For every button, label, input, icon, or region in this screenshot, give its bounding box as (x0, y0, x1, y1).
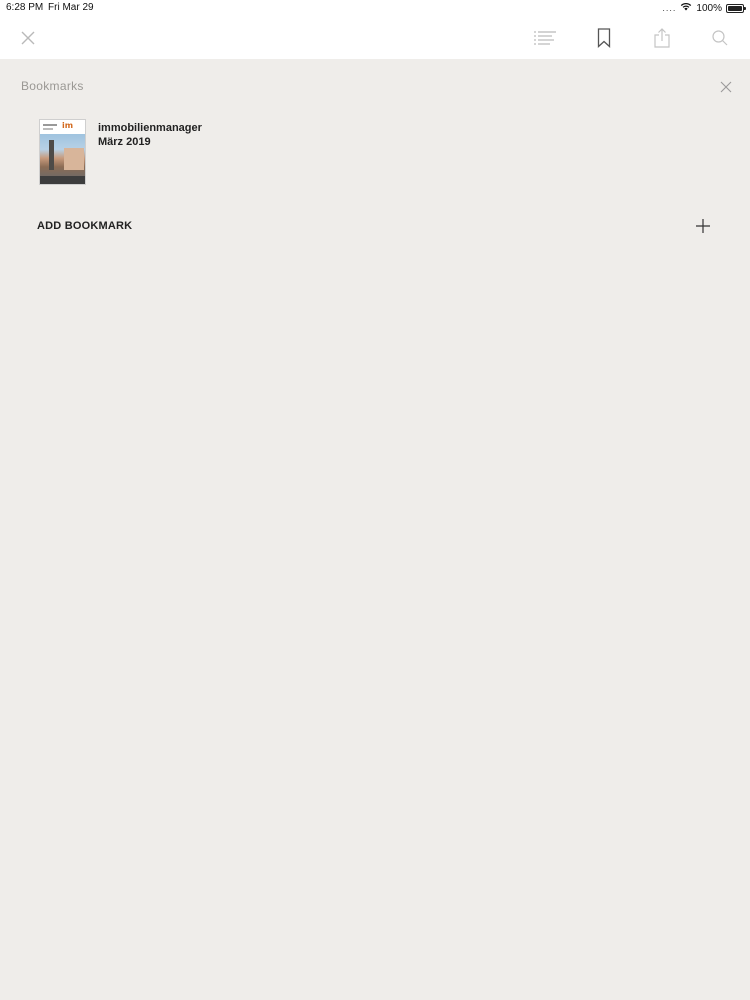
close-icon (21, 31, 35, 45)
battery-icon (726, 3, 746, 13)
table-of-contents-icon (534, 31, 556, 45)
status-right: .... 100% (662, 2, 746, 14)
bookmarks-panel: Bookmarks im immobilienmanager März 2019… (0, 59, 750, 1000)
add-bookmark-row[interactable]: ADD BOOKMARK (37, 216, 717, 238)
add-bookmark-button[interactable] (693, 216, 713, 236)
bookmark-icon (597, 28, 611, 48)
table-of-contents-button[interactable] (531, 24, 559, 52)
panel-title: Bookmarks (21, 79, 84, 93)
add-bookmark-label: ADD BOOKMARK (37, 220, 133, 232)
search-button[interactable] (706, 24, 734, 52)
status-bar: 6:28 PM Fri Mar 29 .... 100% (0, 0, 750, 16)
signal-icon: .... (662, 3, 677, 13)
bookmark-publication: immobilienmanager (98, 122, 202, 134)
search-icon (712, 30, 728, 46)
wifi-icon (680, 2, 692, 14)
close-icon (720, 81, 732, 93)
cover-text-line (43, 124, 57, 126)
cover-footer (40, 176, 85, 184)
share-icon (654, 28, 670, 48)
bookmark-issue: März 2019 (98, 136, 151, 148)
close-button[interactable] (14, 24, 42, 52)
status-date: Fri Mar 29 (48, 2, 94, 13)
reader-toolbar (0, 16, 750, 59)
status-time: 6:28 PM (6, 2, 44, 13)
cover-logo: im (62, 121, 74, 130)
share-button[interactable] (648, 24, 676, 52)
cover-text-line (43, 128, 53, 130)
bookmarks-button[interactable] (590, 24, 618, 52)
cover-photo-tower (49, 140, 54, 170)
cover-photo-building (64, 148, 84, 170)
bookmark-item[interactable]: im immobilienmanager März 2019 (37, 117, 437, 187)
panel-close-button[interactable] (716, 77, 736, 97)
issue-cover-thumbnail: im (39, 119, 86, 185)
plus-icon (696, 219, 710, 233)
battery-percent: 100% (696, 2, 722, 14)
